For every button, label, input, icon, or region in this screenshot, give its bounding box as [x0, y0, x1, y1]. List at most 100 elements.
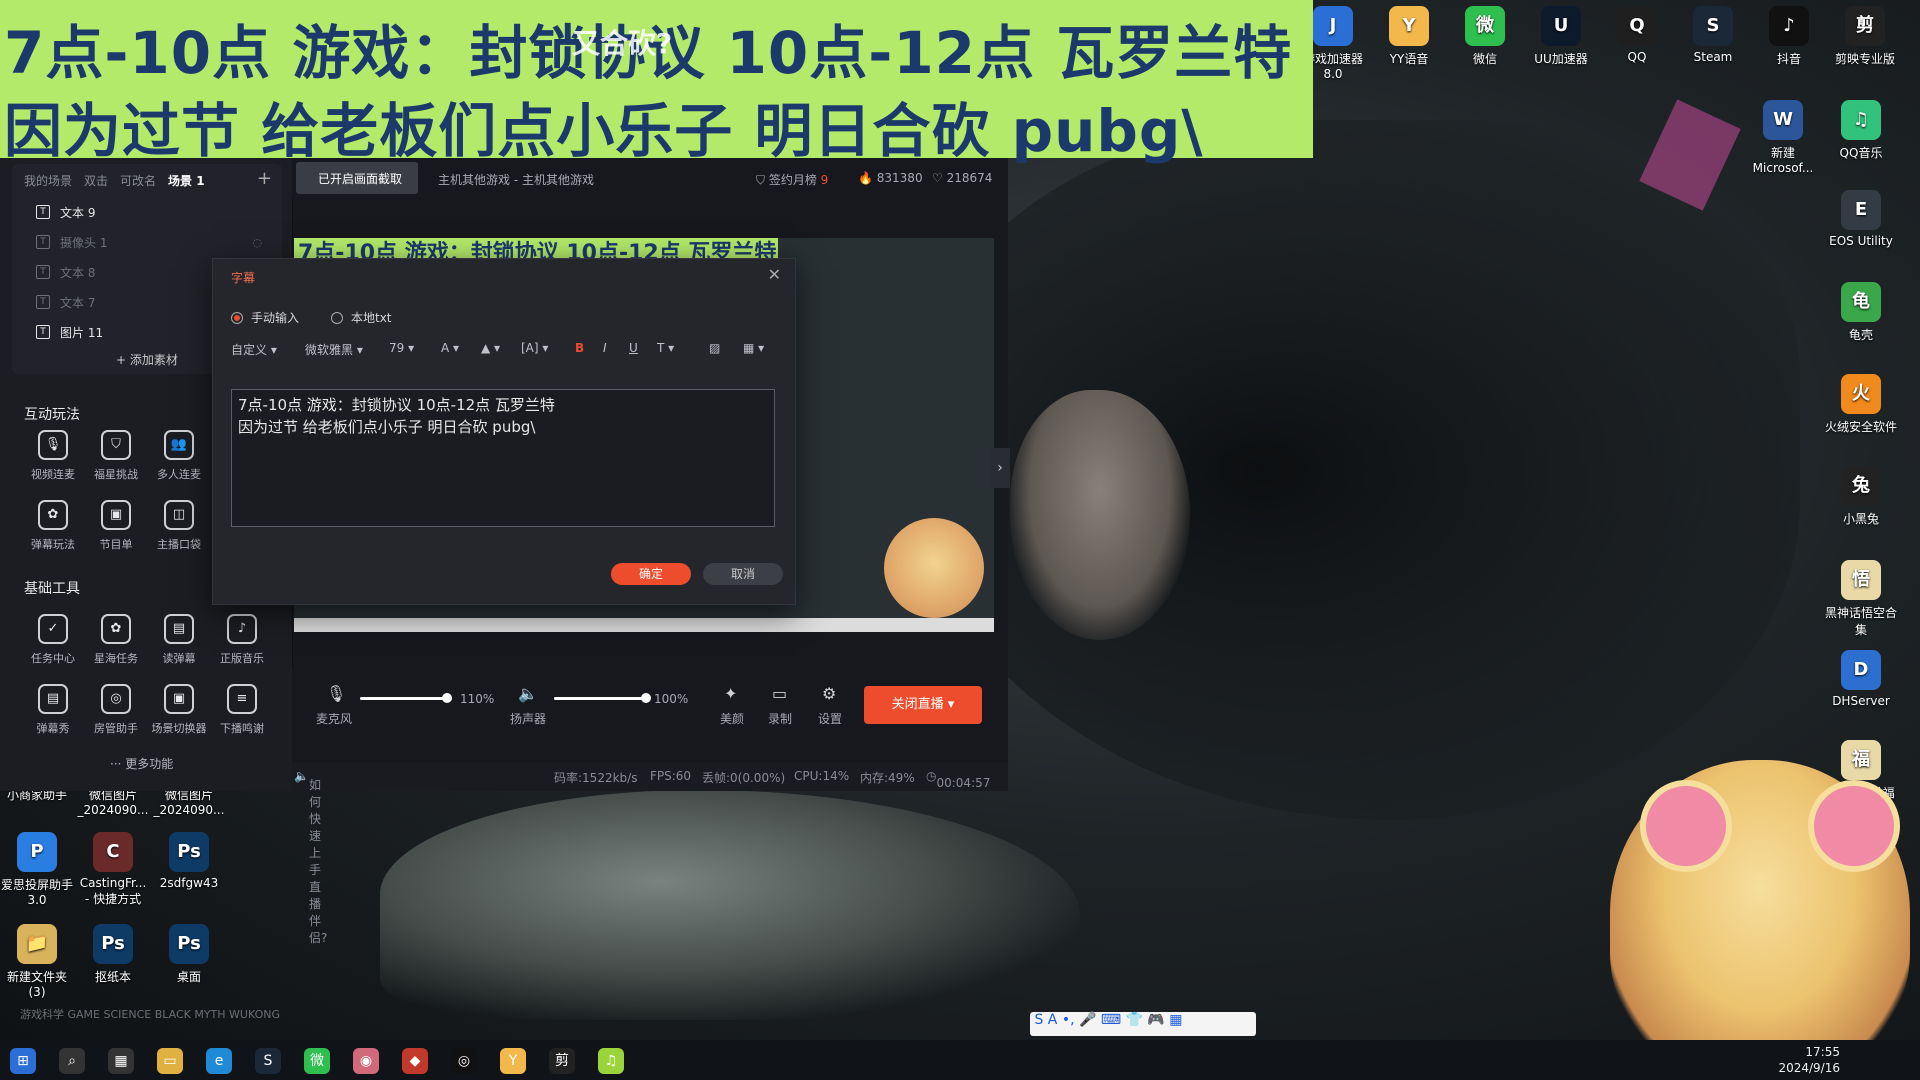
live-duration: ◷ 00:04:57 — [926, 769, 991, 790]
text-source-icon: T — [36, 235, 50, 249]
confirm-button[interactable]: 确定 — [611, 563, 691, 585]
italic-icon[interactable]: I — [603, 341, 607, 355]
taskview-icon[interactable]: ▦ — [108, 1048, 134, 1074]
yy-icon[interactable]: Y — [500, 1048, 526, 1074]
font-select[interactable]: 微软雅黑 ▾ — [305, 341, 363, 358]
tool-label: 房管助手 — [94, 722, 138, 735]
app-icon: W — [1763, 100, 1803, 140]
speaker-icon[interactable]: 🔈 — [518, 684, 538, 703]
more-features-button[interactable]: ··· 更多功能 — [110, 755, 173, 772]
music-icon[interactable]: ♫ — [598, 1048, 624, 1074]
search-icon[interactable]: ⌕ — [59, 1048, 85, 1074]
desktop-shortcut[interactable]: U UU加速器 — [1524, 6, 1598, 67]
help-hint[interactable]: 🔈 如何快速上手直播伴侣? — [294, 769, 327, 945]
border-icon[interactable]: ▦ ▾ — [743, 341, 764, 355]
desktop-shortcut[interactable]: Ps 2sdfgw43 — [152, 832, 226, 890]
scene-tab[interactable]: 我的场景 — [24, 172, 72, 189]
basic-tool-button[interactable]: ♪ 正版音乐 — [211, 614, 273, 666]
basic-tool-button[interactable]: ▣ 场景切换器 — [148, 684, 210, 736]
style-select[interactable]: 自定义 ▾ — [231, 341, 277, 358]
font-size-select[interactable]: 79 ▾ — [389, 341, 414, 355]
basic-tool-button[interactable]: ◎ 房管助手 — [85, 684, 147, 736]
windows-icon[interactable]: ⊞ — [10, 1048, 36, 1074]
explorer-icon[interactable]: ▭ — [157, 1048, 183, 1074]
desktop-shortcut[interactable]: P 爱思投屏助手3.0 — [0, 832, 74, 907]
basic-tool-button[interactable]: ▤ 弹幕秀 — [22, 684, 84, 736]
cancel-button[interactable]: 取消 — [703, 563, 783, 585]
bold-icon[interactable]: B — [575, 341, 584, 355]
desktop-shortcut[interactable]: 剪剪映专业版 — [1828, 6, 1902, 67]
interactive-tool-button[interactable]: ▣ 节目单 — [85, 500, 147, 552]
underline-icon[interactable]: U — [629, 341, 638, 355]
app-icon[interactable]: ◉ — [353, 1048, 379, 1074]
desktop-shortcut[interactable]: ♪ 抖音 — [1752, 6, 1826, 67]
beauty-button[interactable]: 美颜 — [720, 710, 744, 727]
speaker-volume-slider[interactable] — [554, 693, 651, 703]
basic-tool-button[interactable]: ✿ 星海任务 — [85, 614, 147, 666]
desktop-shortcut[interactable]: 微微信 — [1448, 6, 1522, 67]
subtitle-text-input[interactable]: 7点-10点 游戏：封锁协议 10点-12点 瓦罗兰特 因为过节 给老板们点小乐… — [231, 389, 775, 527]
desktop-shortcut[interactable]: E EOS Utility — [1824, 190, 1898, 248]
desktop-shortcut[interactable]: 兔小黑兔 — [1824, 466, 1898, 527]
radio-manual-input[interactable]: 手动输入 — [231, 309, 299, 326]
record-icon[interactable]: ▭ — [772, 684, 787, 703]
basic-tool-button[interactable]: ▤ 读弹幕 — [148, 614, 210, 666]
desktop-shortcut[interactable]: Y YY语音 — [1372, 6, 1446, 67]
hidden-eye-icon[interactable]: ◌ — [252, 236, 262, 249]
interactive-tool-button[interactable]: ⛉ 福星挑战 — [85, 430, 147, 482]
desktop-shortcut[interactable]: S Steam — [1676, 6, 1750, 64]
basic-tool-button[interactable]: ✓ 任务中心 — [22, 614, 84, 666]
scene-tab[interactable]: 双击 — [84, 172, 108, 189]
desktop-shortcut[interactable]: 火火绒安全软件 — [1824, 374, 1898, 435]
add-scene-icon[interactable]: + — [257, 168, 272, 189]
desktop-shortcut[interactable]: 📁 新建文件夹 (3) — [0, 924, 74, 999]
record-button[interactable]: 录制 — [768, 710, 792, 727]
desktop-shortcut[interactable]: 龟龟壳 — [1824, 282, 1898, 343]
clock[interactable]: 17:55 2024/9/16 — [1778, 1044, 1840, 1076]
basic-tool-button[interactable]: ≡ 下播鸣谢 — [211, 684, 273, 736]
stop-live-button[interactable]: 关闭直播 ▾ — [864, 686, 982, 724]
mic-volume-knob[interactable] — [442, 693, 453, 703]
interactive-tool-button[interactable]: ◫ 主播口袋 — [148, 500, 210, 552]
edge-icon[interactable]: e — [206, 1048, 232, 1074]
text-bg-icon[interactable]: [A] ▾ — [521, 341, 548, 355]
mic-volume-slider[interactable] — [360, 693, 453, 703]
desktop-shortcut[interactable]: Q QQ — [1600, 6, 1674, 64]
shortcut-label: 小黑兔 — [1842, 512, 1879, 526]
steam-icon[interactable]: S — [255, 1048, 281, 1074]
desktop-shortcut[interactable]: Ps 桌面 — [152, 924, 226, 985]
source-item[interactable]: T 摄像头 1 ◌ — [12, 227, 282, 257]
beauty-icon[interactable]: ✦ — [724, 684, 737, 703]
interactive-tool-button[interactable]: 🎙 视频连麦 — [22, 430, 84, 482]
desktop-shortcut[interactable]: D DHServer — [1824, 650, 1898, 708]
interactive-tool-button[interactable]: ✿ 弹幕玩法 — [22, 500, 84, 552]
desktop-shortcut[interactable]: Ps 抠纸本 — [76, 924, 150, 985]
wechat-icon[interactable]: 微 — [304, 1048, 330, 1074]
desktop-shortcut[interactable]: W 新建 Microsof... — [1746, 100, 1820, 175]
radio-local-txt[interactable]: 本地txt — [331, 309, 392, 326]
scene-tab[interactable]: 可改名 — [120, 172, 156, 189]
sign-rank[interactable]: ⛉ 签约月榜 9 — [756, 171, 828, 188]
chevron-right-icon[interactable]: › — [990, 448, 1010, 488]
obs-icon[interactable]: ◎ — [451, 1048, 477, 1074]
mic-icon[interactable]: 🎙 — [326, 684, 346, 703]
settings-button[interactable]: 设置 — [818, 710, 842, 727]
desktop-shortcut[interactable]: ♫ QQ音乐 — [1824, 100, 1898, 161]
source-item[interactable]: T 文本 9 — [12, 197, 282, 227]
highlight-icon[interactable]: ▲ ▾ — [481, 341, 500, 355]
image-icon[interactable]: ▨ — [709, 341, 720, 355]
category-label[interactable]: 主机其他游戏 - 主机其他游戏 — [438, 171, 594, 188]
capcut-icon[interactable]: 剪 — [549, 1048, 575, 1074]
shortcut-label: 黑神话悟空合集 — [1824, 606, 1897, 637]
close-icon[interactable]: ✕ — [768, 265, 781, 284]
app-icon[interactable]: ◆ — [402, 1048, 428, 1074]
gear-icon[interactable]: ⚙ — [822, 684, 836, 703]
speaker-volume-knob[interactable] — [641, 693, 651, 703]
font-color-icon[interactable]: A ▾ — [441, 341, 459, 355]
line-height-icon[interactable]: T ▾ — [657, 341, 674, 355]
desktop-shortcut[interactable]: 悟黑神话悟空合集 — [1824, 560, 1898, 638]
interactive-tool-button[interactable]: 👥 多人连麦 — [148, 430, 210, 482]
scene-tab-active[interactable]: 场景 1 — [168, 172, 205, 189]
desktop-shortcut[interactable]: C CastingFr... - 快捷方式 — [76, 832, 150, 907]
ime-toolbar[interactable]: S A •, 🎤 ⌨ 👕 🎮 ▦ — [1030, 1012, 1256, 1036]
